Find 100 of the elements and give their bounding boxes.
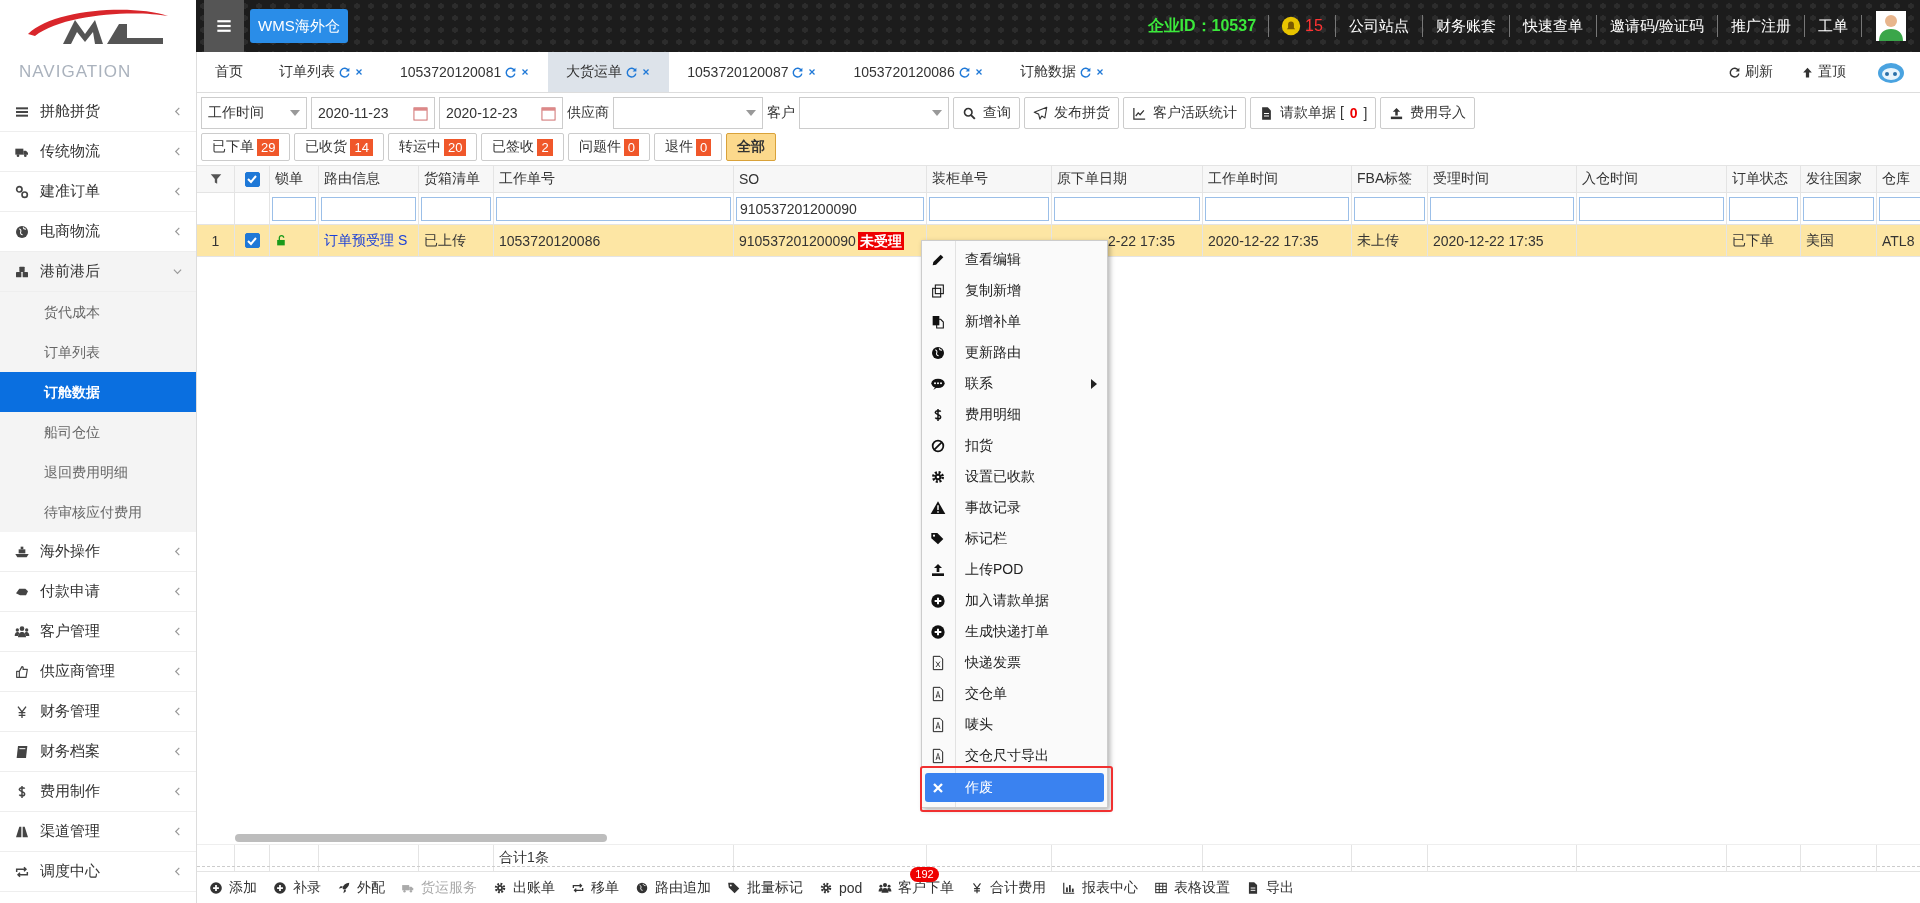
- close-icon[interactable]: [641, 67, 652, 77]
- sidebar-subitem[interactable]: 退回费用明细: [0, 452, 196, 492]
- filter-button[interactable]: 发布拼货: [1024, 97, 1119, 129]
- menu-item[interactable]: 快递发票: [922, 647, 1107, 678]
- toolbar-button[interactable]: 移单: [563, 867, 627, 903]
- refresh-icon[interactable]: [504, 65, 518, 79]
- column-filter-field[interactable]: [929, 196, 1049, 221]
- header-link[interactable]: 工单: [1805, 16, 1861, 36]
- import-button[interactable]: 费用导入: [1380, 97, 1476, 129]
- tab[interactable]: 1053720120081: [382, 52, 549, 92]
- menu-item[interactable]: 费用明细: [922, 399, 1107, 430]
- bell-icon[interactable]: [1281, 16, 1302, 36]
- toolbar-button[interactable]: 添加: [201, 867, 265, 903]
- menu-button[interactable]: [204, 0, 244, 52]
- menu-item[interactable]: 联系: [922, 368, 1107, 399]
- refresh-icon[interactable]: [338, 65, 351, 79]
- column-filter-field[interactable]: [421, 196, 491, 221]
- menu-item[interactable]: 查看编辑: [922, 244, 1107, 275]
- menu-item[interactable]: 事故记录: [922, 492, 1107, 523]
- sidebar-item[interactable]: 传统物流: [0, 132, 196, 172]
- menu-item[interactable]: 交仓单: [922, 678, 1107, 709]
- column-filter-field[interactable]: [1879, 196, 1920, 221]
- menu-item[interactable]: 复制新增: [922, 275, 1107, 306]
- menu-item[interactable]: 唛头: [922, 709, 1107, 740]
- column-filter-field[interactable]: [496, 196, 731, 221]
- status-filter[interactable]: 全部: [726, 133, 777, 161]
- toolbar-button[interactable]: 客户下单 192: [870, 867, 963, 903]
- menu-item[interactable]: 作废: [925, 773, 1104, 802]
- header-link[interactable]: 公司站点: [1335, 16, 1422, 36]
- time-select[interactable]: 工作时间: [201, 97, 307, 129]
- menu-item[interactable]: 生成快递打单: [922, 616, 1107, 647]
- toolbar-button[interactable]: 报表中心: [1054, 867, 1147, 903]
- sidebar-item[interactable]: 建准订单: [0, 172, 196, 212]
- refresh-button[interactable]: 刷新: [1714, 52, 1787, 92]
- toolbar-button[interactable]: 批量标记: [719, 867, 811, 903]
- route-link[interactable]: 订单预受理 S: [324, 231, 408, 250]
- menu-item[interactable]: 交仓尺寸导出: [922, 740, 1107, 771]
- menu-item[interactable]: 加入请款单据: [922, 585, 1107, 616]
- column-filter-field[interactable]: [321, 196, 416, 221]
- toolbar-button[interactable]: pod: [811, 867, 871, 903]
- column-filter-field[interactable]: 910537201200090: [736, 196, 924, 221]
- menu-item[interactable]: 扣货: [922, 430, 1107, 461]
- status-filter[interactable]: 退件 0: [653, 133, 723, 161]
- column-filter-field[interactable]: [272, 196, 316, 221]
- toolbar-button[interactable]: 补录: [265, 867, 329, 903]
- sidebar-subitem[interactable]: 订单列表: [0, 332, 196, 372]
- close-icon[interactable]: [354, 67, 364, 77]
- sidebar-item[interactable]: 港前港后: [0, 252, 196, 292]
- filter-icon[interactable]: [208, 172, 223, 186]
- request-button[interactable]: 请款单据 [ 0 ]: [1250, 97, 1377, 129]
- menu-item[interactable]: 新增补单: [922, 306, 1107, 337]
- toolbar-button[interactable]: 路由追加: [627, 867, 719, 903]
- close-icon[interactable]: [1094, 67, 1105, 77]
- sidebar-item[interactable]: 海外操作: [0, 532, 196, 572]
- checkbox[interactable]: [244, 233, 260, 248]
- toolbar-button[interactable]: 合计费用: [962, 867, 1055, 903]
- column-filter-field[interactable]: [1803, 196, 1874, 221]
- column-filter-field[interactable]: [1430, 196, 1574, 221]
- tab[interactable]: 1053720120087: [669, 52, 836, 92]
- robot-icon[interactable]: [1876, 60, 1906, 84]
- sidebar-item[interactable]: 调度中心: [0, 852, 196, 892]
- filter-button[interactable]: 客户活跃统计: [1123, 97, 1246, 129]
- sidebar-item[interactable]: 渠道管理: [0, 812, 196, 852]
- filter-button[interactable]: 查询: [953, 97, 1020, 129]
- tab[interactable]: 首页: [197, 52, 261, 92]
- sidebar-subitem[interactable]: 待审核应付费用: [0, 492, 196, 532]
- refresh-icon[interactable]: [957, 65, 971, 79]
- sidebar-item[interactable]: 供应商管理: [0, 652, 196, 692]
- avatar-icon[interactable]: [1876, 11, 1906, 41]
- status-filter[interactable]: 转运中 20: [387, 133, 478, 161]
- sidebar-subitem[interactable]: 订舱数据: [0, 372, 196, 412]
- sidebar-item[interactable]: 财务管理: [0, 692, 196, 732]
- header-link[interactable]: 邀请码/验证码: [1596, 16, 1717, 36]
- refresh-icon[interactable]: [1078, 65, 1092, 79]
- sidebar-item[interactable]: 财务档案: [0, 732, 196, 772]
- column-filter-field[interactable]: [1205, 196, 1349, 221]
- toolbar-button[interactable]: 表格设置: [1146, 867, 1239, 903]
- menu-item[interactable]: 标记栏: [922, 523, 1107, 554]
- tab[interactable]: 订单列表: [261, 52, 382, 92]
- date-field[interactable]: 2020-11-23: [311, 97, 435, 129]
- unlock-icon[interactable]: [275, 234, 288, 247]
- scrollbar-thumb[interactable]: [235, 834, 607, 842]
- tab[interactable]: 订舱数据: [1001, 52, 1123, 92]
- close-icon[interactable]: [807, 67, 818, 77]
- sidebar-item[interactable]: 客户管理: [0, 612, 196, 652]
- date-field[interactable]: 2020-12-23: [439, 97, 563, 129]
- sidebar-subitem[interactable]: 货代成本: [0, 292, 196, 332]
- sidebar-subitem[interactable]: 船司仓位: [0, 412, 196, 452]
- toolbar-button[interactable]: 出账单: [485, 867, 563, 903]
- status-filter[interactable]: 已收货 14: [294, 133, 384, 161]
- refresh-icon[interactable]: [791, 65, 805, 79]
- status-filter[interactable]: 已签收 2: [481, 133, 564, 161]
- close-icon[interactable]: [520, 67, 531, 77]
- column-filter-field[interactable]: [1054, 196, 1200, 221]
- column-filter-field[interactable]: [1729, 196, 1798, 221]
- column-filter-field[interactable]: [1579, 196, 1724, 221]
- header-link[interactable]: 推广注册: [1718, 16, 1804, 36]
- sidebar-item[interactable]: 费用制作: [0, 772, 196, 812]
- toolbar-button[interactable]: 导出: [1238, 867, 1303, 903]
- header-link[interactable]: 快速查单: [1509, 16, 1596, 36]
